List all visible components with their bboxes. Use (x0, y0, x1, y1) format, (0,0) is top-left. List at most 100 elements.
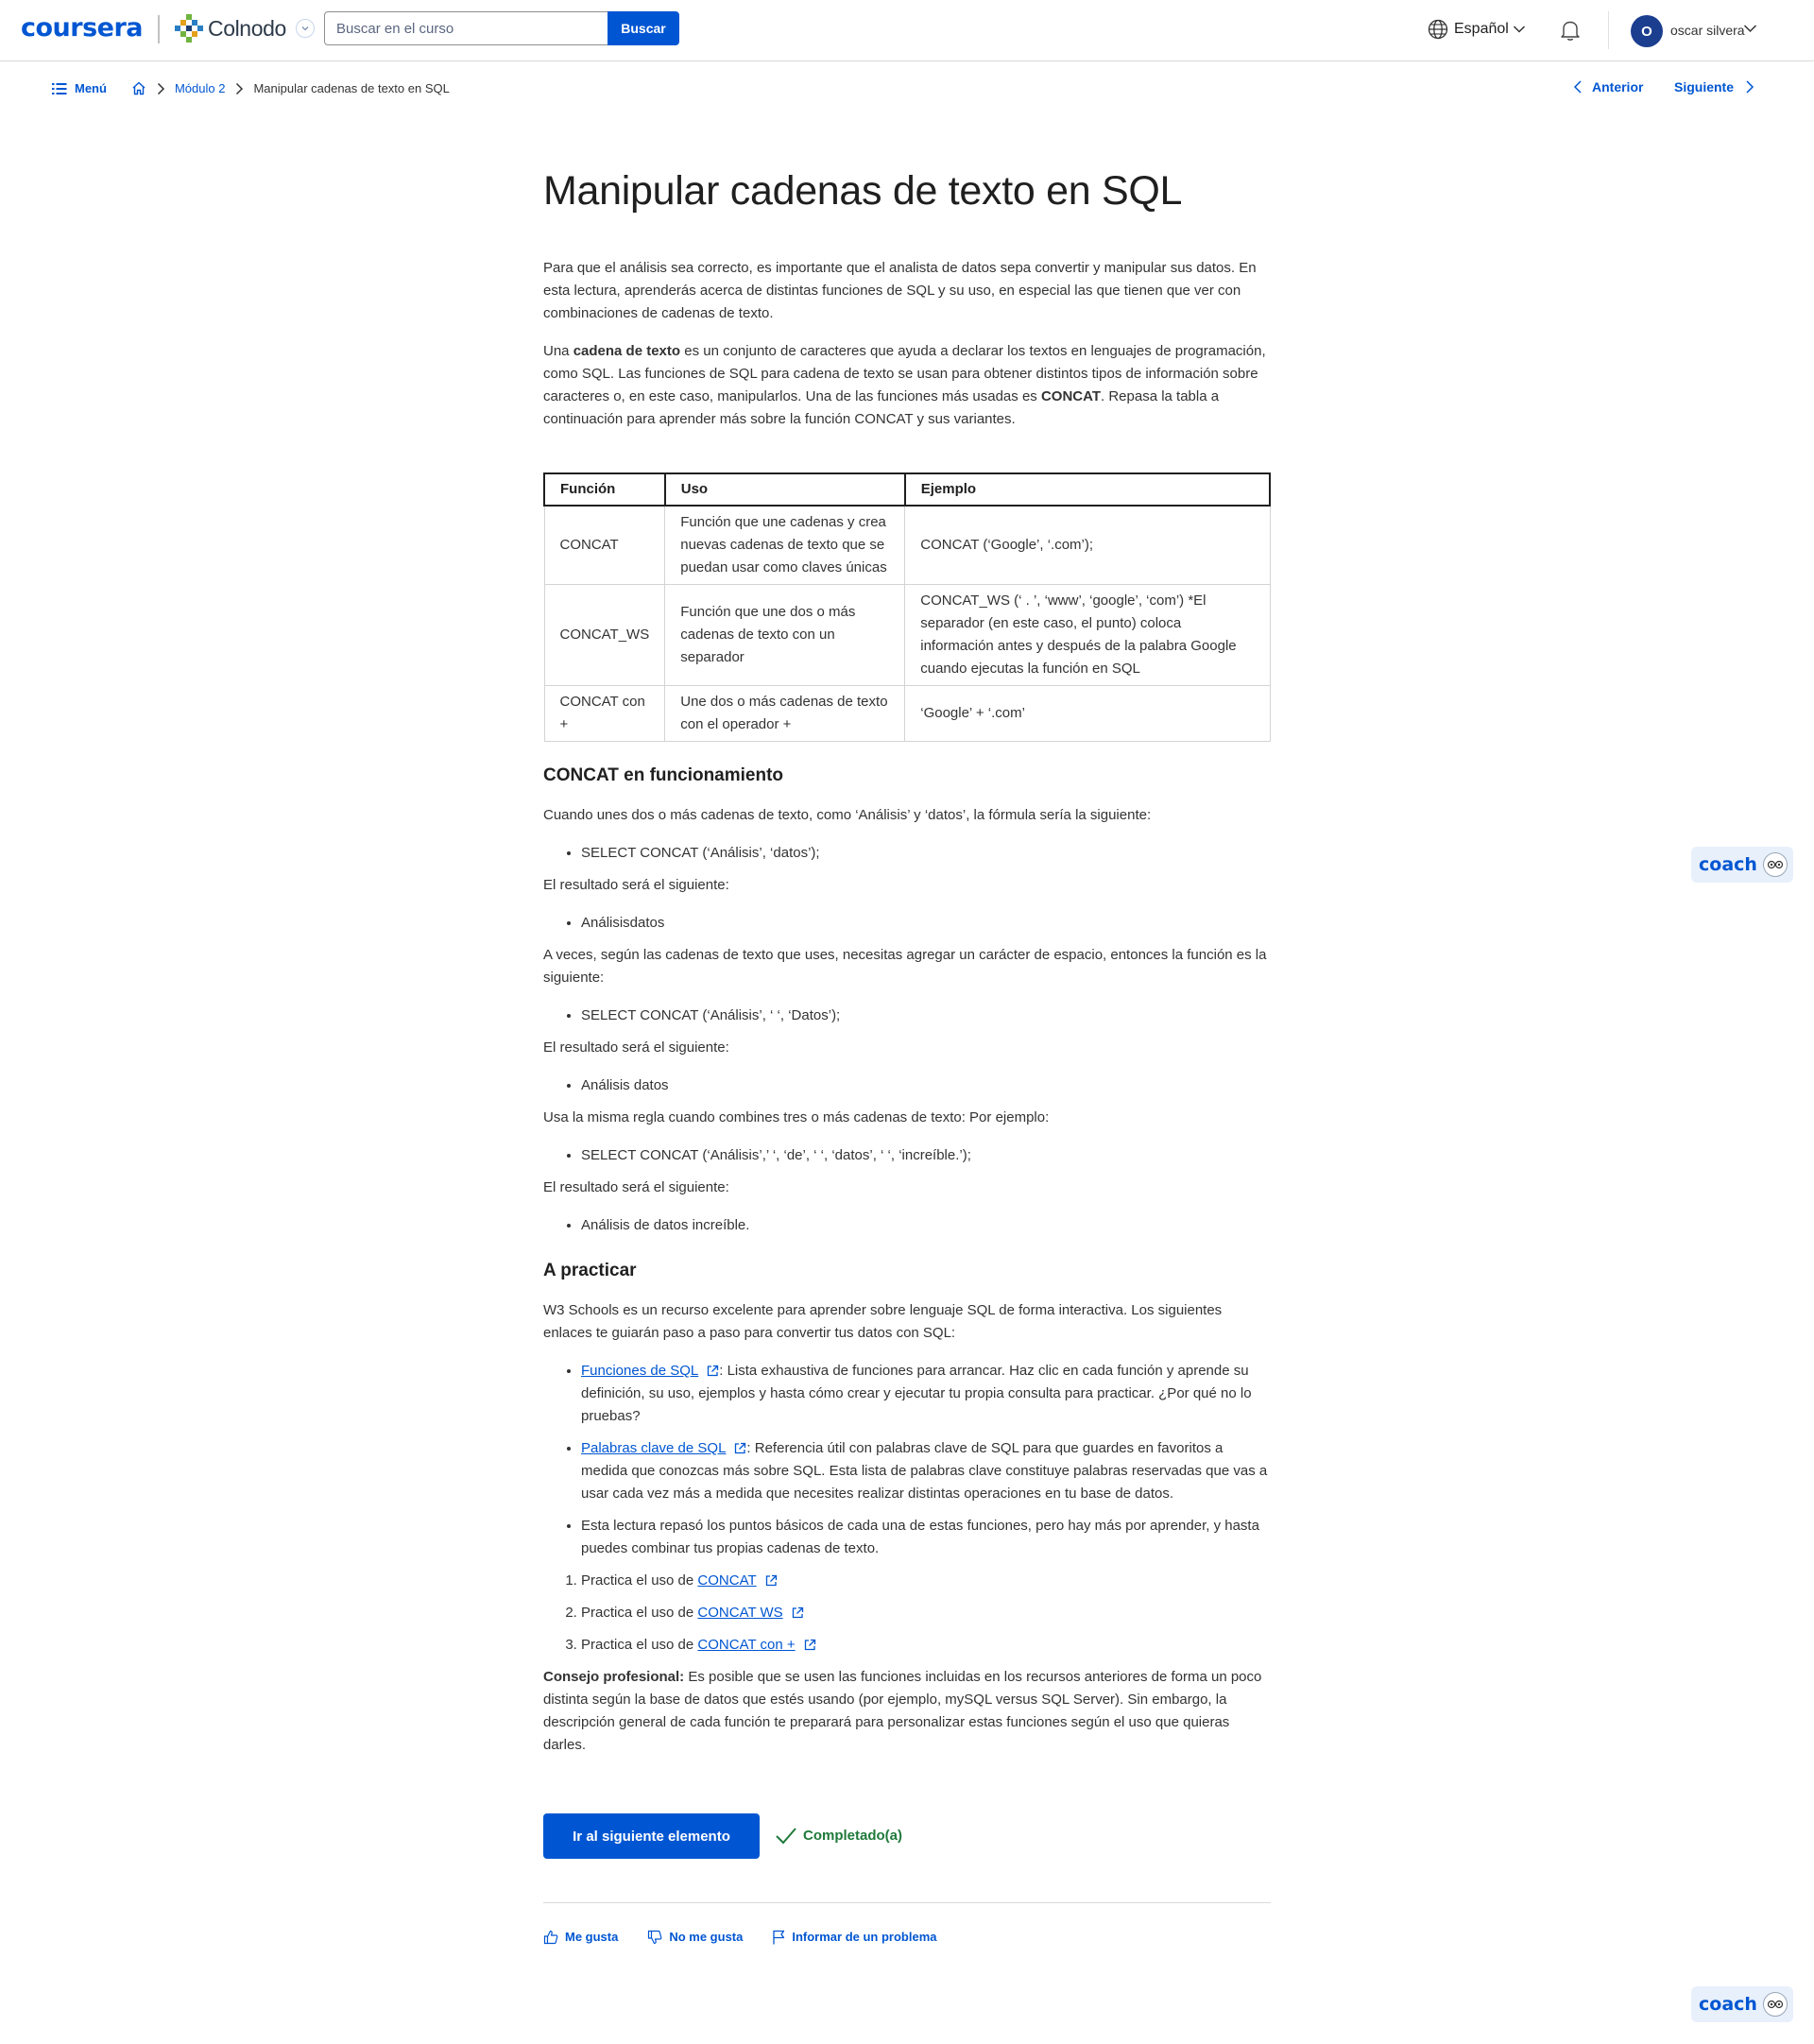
dislike-button[interactable]: No me gusta (647, 1926, 743, 1949)
header-separator (1608, 11, 1609, 49)
breadcrumb: Menú Módulo 2 Manipular cadenas de texto… (52, 81, 450, 95)
previous-label: Anterior (1592, 79, 1644, 94)
list-item: Funciones de SQL: Lista exhaustiva de fu… (581, 1360, 1271, 1428)
coach-label: coach (1699, 854, 1757, 875)
thumbs-up-icon (543, 1930, 558, 1945)
table-cell: Función que une cadenas y crea nuevas ca… (664, 505, 906, 585)
notifications-bell-icon[interactable] (1558, 18, 1583, 47)
search-input[interactable] (324, 11, 608, 45)
table-row: CONCAT Función que une cadenas y crea nu… (543, 505, 1271, 585)
completed-status: Completado(a) (775, 1825, 902, 1847)
table-row: CONCAT_WS Función que une dos o más cade… (543, 584, 1271, 686)
chevron-right-icon (234, 82, 244, 95)
paragraph: W3 Schools es un recurso excelente para … (543, 1302, 1223, 1341)
concat-ws-link[interactable]: CONCAT WS (697, 1605, 782, 1621)
table-header: Función (543, 472, 666, 507)
next-label: Siguiente (1674, 79, 1735, 94)
section-heading-concat: CONCAT en funcionamiento (543, 765, 784, 785)
list-menu-icon (52, 82, 67, 94)
list-item: SELECT CONCAT (‘Análisis’, ‘datos’); (581, 842, 1271, 865)
avatar[interactable]: O (1631, 15, 1663, 47)
table-header: Uso (663, 472, 906, 507)
paragraph: El resultado será el siguiente: (543, 1039, 729, 1056)
search-button[interactable]: Buscar (608, 11, 679, 45)
concat-functions-table: Función Uso Ejemplo CONCAT Función que u… (543, 472, 1272, 742)
coursera-logo[interactable]: coursera (21, 13, 144, 43)
previous-item-button[interactable]: Anterior (1573, 79, 1643, 94)
paragraph: El resultado será el siguiente: (543, 877, 729, 893)
external-link-icon (792, 1606, 803, 1619)
paragraph: Cuando unes dos o más cadenas de texto, … (543, 807, 1152, 823)
concat-plus-link[interactable]: CONCAT con + (697, 1637, 795, 1653)
feedback-bar: Me gusta No me gusta Informar de un prob… (543, 1926, 1271, 1949)
menu-label: Menú (75, 81, 107, 95)
list-item: SELECT CONCAT (‘Análisis’,’ ‘, ‘de’, ‘ ‘… (581, 1144, 1271, 1167)
pro-tip-paragraph: Consejo profesional: Es posible que se u… (543, 1669, 1262, 1753)
breadcrumb-current: Manipular cadenas de texto en SQL (253, 81, 450, 95)
list-item: Esta lectura repasó los puntos básicos d… (581, 1515, 1271, 1560)
breadcrumb-module-link[interactable]: Módulo 2 (175, 81, 225, 95)
next-item-button[interactable]: Siguiente (1674, 79, 1754, 94)
menu-button[interactable]: Menú (52, 81, 107, 95)
user-name[interactable]: oscar silvera (1670, 23, 1745, 38)
sql-functions-link[interactable]: Funciones de SQL (581, 1363, 698, 1379)
checkmark-icon (776, 1828, 796, 1845)
definition-paragraph: Una cadena de texto es un conjunto de ca… (543, 343, 1266, 427)
table-row: CONCAT con + Une dos o más cadenas de te… (543, 685, 1271, 742)
page-title: Manipular cadenas de texto en SQL (543, 168, 1183, 214)
list-item: Practica el uso de CONCAT con + (581, 1634, 1271, 1657)
coach-button[interactable]: coach (1691, 1986, 1793, 2022)
top-navigation-bar: coursera Colnodo Buscar Español (0, 0, 1814, 61)
flag-icon (773, 1930, 785, 1945)
coach-label: coach (1699, 1994, 1757, 2015)
language-label: Español (1454, 21, 1509, 37)
chevron-left-icon (1573, 80, 1582, 94)
sql-keywords-link[interactable]: Palabras clave de SQL (581, 1440, 726, 1456)
completed-label: Completado(a) (803, 1828, 902, 1844)
reading-content: Manipular cadenas de texto en SQL Para q… (543, 161, 1272, 1949)
paragraph: El resultado será el siguiente: (543, 1179, 729, 1195)
external-link-icon (735, 1442, 746, 1454)
intro-paragraph: Para que el análisis sea correcto, es im… (543, 260, 1257, 321)
table-cell: CONCAT_WS (543, 584, 666, 686)
chevron-down-icon[interactable] (295, 19, 315, 38)
paragraph: A veces, según las cadenas de texto que … (543, 947, 1267, 986)
chevron-right-icon (156, 82, 165, 95)
table-cell: ‘Google’ + ‘.com’ (904, 685, 1271, 742)
coach-eyes-icon (1763, 852, 1788, 877)
report-problem-button[interactable]: Informar de un problema (772, 1926, 937, 1949)
coach-button[interactable]: coach (1691, 847, 1793, 883)
chevron-down-icon[interactable] (1743, 24, 1757, 33)
table-cell: Une dos o más cadenas de texto con el op… (664, 685, 906, 742)
completion-row: Ir al siguiente elemento Completado(a) (543, 1813, 1271, 1859)
partner-name: Colnodo (208, 15, 286, 41)
home-icon[interactable] (131, 81, 146, 95)
table-cell: Función que une dos o más cadenas de tex… (664, 584, 906, 686)
table-cell: CONCAT con + (543, 685, 666, 742)
chevron-down-icon (1513, 26, 1525, 33)
colnodo-logo-icon (175, 14, 203, 43)
table-cell: CONCAT (‘Google’, ‘.com’); (904, 505, 1271, 585)
logo-divider (158, 15, 160, 43)
external-link-icon (765, 1574, 777, 1587)
paragraph: Usa la misma regla cuando combines tres … (543, 1109, 1050, 1125)
list-item: Practica el uso de CONCAT (581, 1570, 1271, 1592)
list-item: Análisis datos (581, 1074, 1271, 1097)
table-cell: CONCAT_WS (‘ . ’, ‘www’, ‘google’, ‘com’… (904, 584, 1271, 686)
divider (543, 1902, 1271, 1903)
language-selector[interactable]: Español (1428, 19, 1526, 40)
thumbs-down-icon (648, 1930, 662, 1945)
partner-logo[interactable]: Colnodo (174, 13, 315, 43)
external-link-icon (708, 1365, 719, 1377)
globe-icon (1428, 19, 1448, 40)
like-button[interactable]: Me gusta (543, 1926, 618, 1949)
table-header: Ejemplo (903, 472, 1272, 507)
list-item: SELECT CONCAT (‘Análisis’, ‘ ‘, ‘Datos’)… (581, 1005, 1271, 1027)
table-cell: CONCAT (543, 505, 666, 585)
concat-link[interactable]: CONCAT (697, 1572, 756, 1589)
external-link-icon (804, 1639, 815, 1651)
coach-eyes-icon (1763, 1992, 1788, 2017)
section-heading-practice: A practicar (543, 1261, 637, 1280)
go-to-next-item-button[interactable]: Ir al siguiente elemento (543, 1813, 760, 1859)
list-item: Análisisdatos (581, 912, 1271, 935)
